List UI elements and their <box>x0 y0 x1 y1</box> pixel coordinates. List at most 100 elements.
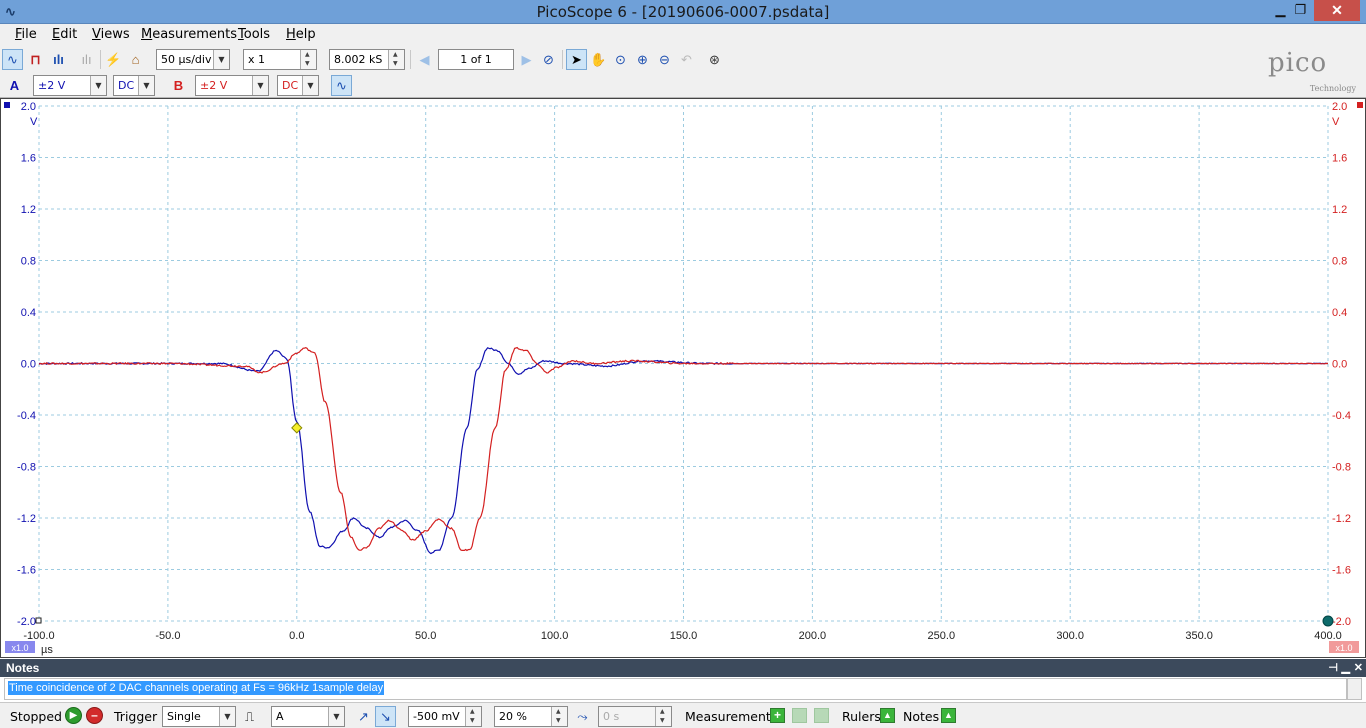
menu-tools[interactable]: Tools <box>238 27 270 42</box>
rising-edge-icon[interactable]: ↗ <box>353 706 374 727</box>
channel-b-options-button[interactable]: B <box>168 75 189 96</box>
x-tick-label: 300.0 <box>1056 630 1084 642</box>
left-scale-text: x1.0 <box>11 643 28 653</box>
falling-edge-icon[interactable]: ↘ <box>375 706 396 727</box>
right-y-tick-label: -0.4 <box>1332 410 1351 422</box>
restore-button[interactable]: ❐ <box>1287 0 1314 21</box>
right-y-tick-label: -0.8 <box>1332 462 1351 474</box>
menu-file[interactable]: File <box>15 27 37 42</box>
x-tick-label: -100.0 <box>23 630 54 642</box>
left-y-tick-label: -0.8 <box>17 462 36 474</box>
right-y-tick-label: -1.2 <box>1332 513 1351 525</box>
zoom-to-fit-icon[interactable]: ⊛ <box>704 49 725 70</box>
right-scale-text: x1.0 <box>1335 643 1352 653</box>
timebase-select[interactable]: 50 µs/div ▼ <box>156 49 230 70</box>
left-y-tick-label: 0.0 <box>21 359 36 371</box>
channel-a-axis-marker <box>4 102 10 108</box>
rulers-label: Rulers <box>842 709 881 724</box>
channel-b-range-select[interactable]: ±2 V ▼ <box>195 75 269 96</box>
buffer-navigator-icon[interactable]: ⊘ <box>538 49 559 70</box>
notes-panel-title: Notes <box>6 661 40 675</box>
spectrum-mode-icon[interactable]: ılı <box>48 49 69 70</box>
left-y-tick-label: 0.8 <box>21 256 36 268</box>
trigger-source-select[interactable]: A ▼ <box>271 706 345 727</box>
pretrigger-stepper[interactable]: 20 % <box>494 706 568 727</box>
menu-edit[interactable]: Edit <box>52 27 77 42</box>
zoom-out-icon[interactable]: ⊖ <box>654 49 675 70</box>
axis-origin-marker <box>35 617 42 624</box>
zoom-factor-stepper[interactable]: x 1 <box>243 49 317 70</box>
start-capture-icon[interactable]: ▶ <box>65 707 82 724</box>
channel-a-range-select[interactable]: ±2 V ▼ <box>33 75 107 96</box>
x-tick-label: 0.0 <box>289 630 304 642</box>
trigger-threshold-stepper[interactable]: -500 mV <box>408 706 482 727</box>
edit-measurement-icon[interactable] <box>792 708 807 723</box>
persistence-mode-icon[interactable]: ⊓ <box>25 49 46 70</box>
next-buffer-icon[interactable]: ▶ <box>516 49 537 70</box>
zoom-area-icon[interactable]: ⊙ <box>610 49 631 70</box>
advanced-trigger-icon[interactable]: ⎍ <box>239 706 260 727</box>
oscilloscope-plot[interactable]: -100.0 -50.0 0.0 50.0 100.0 150.0 200.0 250.0 30… <box>1 99 1365 657</box>
x-tick-label: 150.0 <box>670 630 698 642</box>
notes-text-area[interactable]: Time coincidence of 2 DAC channels opera… <box>4 678 1347 700</box>
menu-help[interactable]: Help <box>286 27 316 42</box>
chevron-down-icon: ▼ <box>90 76 106 95</box>
notes-text: Time coincidence of 2 DAC channels opera… <box>8 681 385 695</box>
channel-toolbar: A ±2 V ▼ DC ▼ B ±2 V ▼ DC ▼ ∿ <box>0 73 1366 98</box>
channel-a-coupling-select[interactable]: DC ▼ <box>113 75 155 96</box>
menu-bar: File Edit Views Measurements Tools Help <box>0 24 1366 46</box>
add-measurement-icon[interactable]: + <box>770 708 785 723</box>
menu-measurements[interactable]: Measurements <box>141 27 237 42</box>
notes-settings-icon[interactable]: ▲ <box>941 708 956 723</box>
notes-label: Notes <box>903 709 940 724</box>
hand-tool-icon[interactable]: ✋ <box>588 49 609 70</box>
chevron-down-icon: ▼ <box>302 76 318 95</box>
post-trigger-delay-icon[interactable]: ⤳ <box>572 706 593 727</box>
left-y-tick-label: -0.4 <box>17 410 36 422</box>
pointer-tool-icon[interactable]: ➤ <box>566 49 587 70</box>
minimize-notes-icon[interactable]: ▁ <box>1342 659 1350 677</box>
right-y-tick-label: -2.0 <box>1332 616 1351 628</box>
chevron-down-icon: ▼ <box>328 707 344 726</box>
scope-view[interactable]: -100.0 -50.0 0.0 50.0 100.0 150.0 200.0 250.0 30… <box>0 98 1366 658</box>
right-y-tick-label: 1.6 <box>1332 153 1347 165</box>
main-toolbar: ∿ ⊓ ılı ılı ⚡ ⌂ 50 µs/div▼ x 1 8.002 kS … <box>0 46 1366 73</box>
rulers-settings-icon[interactable]: ▲ <box>880 708 895 723</box>
auto-setup-icon[interactable]: ⚡ <box>103 49 124 70</box>
left-y-tick-label: 2.0 <box>21 101 36 113</box>
chevron-down-icon: ▼ <box>219 707 235 726</box>
pin-icon[interactable]: ⊣ <box>1328 659 1338 677</box>
trigger-label: Trigger <box>114 709 158 724</box>
left-y-unit: V <box>30 116 38 128</box>
channel-a-options-button[interactable]: A <box>4 75 25 96</box>
notes-scrollbar[interactable] <box>1347 678 1362 700</box>
stop-capture-icon[interactable]: – <box>86 707 103 724</box>
x-tick-label: 400.0 <box>1314 630 1342 642</box>
trigger-delay-stepper[interactable]: 0 s <box>598 706 672 727</box>
undo-zoom-icon[interactable]: ↶ <box>676 49 697 70</box>
first-buffer-icon[interactable]: ◀ <box>414 49 435 70</box>
delete-measurement-icon[interactable] <box>814 708 829 723</box>
menu-views[interactable]: Views <box>92 27 130 42</box>
right-y-tick-label: 1.2 <box>1332 204 1347 216</box>
scope-mode-icon[interactable]: ∿ <box>2 49 23 70</box>
buffer-page-field[interactable]: 1 of 1 <box>438 49 514 70</box>
status-bar: Stopped ▶ – Trigger Single ▼ ⎍ A ▼ ↗ ↘ -50… <box>0 702 1366 728</box>
close-notes-icon[interactable]: ✕ <box>1354 659 1363 677</box>
chevron-down-icon: ▼ <box>252 76 268 95</box>
default-setup-home-icon[interactable]: ⌂ <box>125 49 146 70</box>
channel-b-axis-marker <box>1357 102 1363 108</box>
left-y-tick-label: 0.4 <box>21 307 36 319</box>
sample-count-stepper[interactable]: 8.002 kS <box>329 49 405 70</box>
x-tick-label: -50.0 <box>155 630 180 642</box>
channel-b-coupling-select[interactable]: DC ▼ <box>277 75 319 96</box>
left-y-tick-label: 1.6 <box>21 153 36 165</box>
trigger-mode-select[interactable]: Single ▼ <box>162 706 236 727</box>
window-title: PicoScope 6 - [20190606-0007.psdata] <box>536 3 830 21</box>
spectrum-options-icon[interactable]: ılı <box>76 49 97 70</box>
chevron-down-icon: ▼ <box>213 50 229 69</box>
zoom-in-icon[interactable]: ⊕ <box>632 49 653 70</box>
channel-options-icon[interactable]: ∿ <box>331 75 352 96</box>
close-button[interactable]: ✕ <box>1314 0 1360 21</box>
x-unit-label: µs <box>41 644 53 656</box>
